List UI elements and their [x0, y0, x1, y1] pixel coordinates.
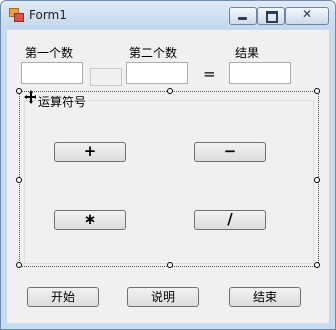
maximize-button[interactable] [257, 7, 285, 25]
resize-handle[interactable] [16, 88, 22, 94]
close-icon: ✕ [301, 7, 313, 21]
groupbox-frame [24, 100, 314, 264]
start-button[interactable]: 开始 [27, 287, 99, 307]
equals-sign: = [203, 65, 216, 83]
resize-handle[interactable] [314, 177, 320, 183]
first-number-input[interactable] [21, 62, 83, 84]
resize-handle[interactable] [16, 262, 22, 268]
operator-groupbox[interactable]: 运算符号 + − ∗ / [16, 88, 320, 268]
multiply-button[interactable]: ∗ [54, 210, 126, 230]
close-button[interactable]: ✕ [285, 7, 329, 25]
minimize-button[interactable] [229, 7, 257, 25]
divide-button[interactable]: / [194, 210, 266, 230]
first-number-label: 第一个数 [25, 46, 74, 60]
resize-handle[interactable] [16, 177, 22, 183]
resize-handle[interactable] [314, 88, 320, 94]
app-icon [9, 8, 24, 22]
minimize-icon [238, 17, 247, 20]
groupbox-title: 运算符号 [36, 93, 89, 110]
resize-handle[interactable] [167, 88, 173, 94]
result-label: 结果 [235, 46, 260, 60]
resize-handle[interactable] [314, 262, 320, 268]
form-client-area: 第一个数 第二个数 结果 = 运算符号 + − ∗ / 开始 说明 结束 [7, 30, 329, 323]
subtract-button[interactable]: − [194, 142, 266, 162]
window-title: Form1 [29, 8, 67, 22]
help-button[interactable]: 说明 [127, 287, 199, 307]
maximize-icon [266, 11, 278, 23]
second-number-input[interactable] [126, 62, 188, 84]
second-number-label: 第二个数 [129, 46, 178, 60]
resize-handle[interactable] [167, 262, 173, 268]
main-window: Form1 ✕ 第一个数 第二个数 结果 = 运算符号 + − ∗ / 开始 说… [0, 0, 336, 330]
result-input[interactable] [229, 62, 291, 84]
add-button[interactable]: + [54, 142, 126, 162]
end-button[interactable]: 结束 [229, 287, 301, 307]
title-bar[interactable]: Form1 ✕ [1, 1, 335, 29]
operator-display [90, 68, 122, 86]
